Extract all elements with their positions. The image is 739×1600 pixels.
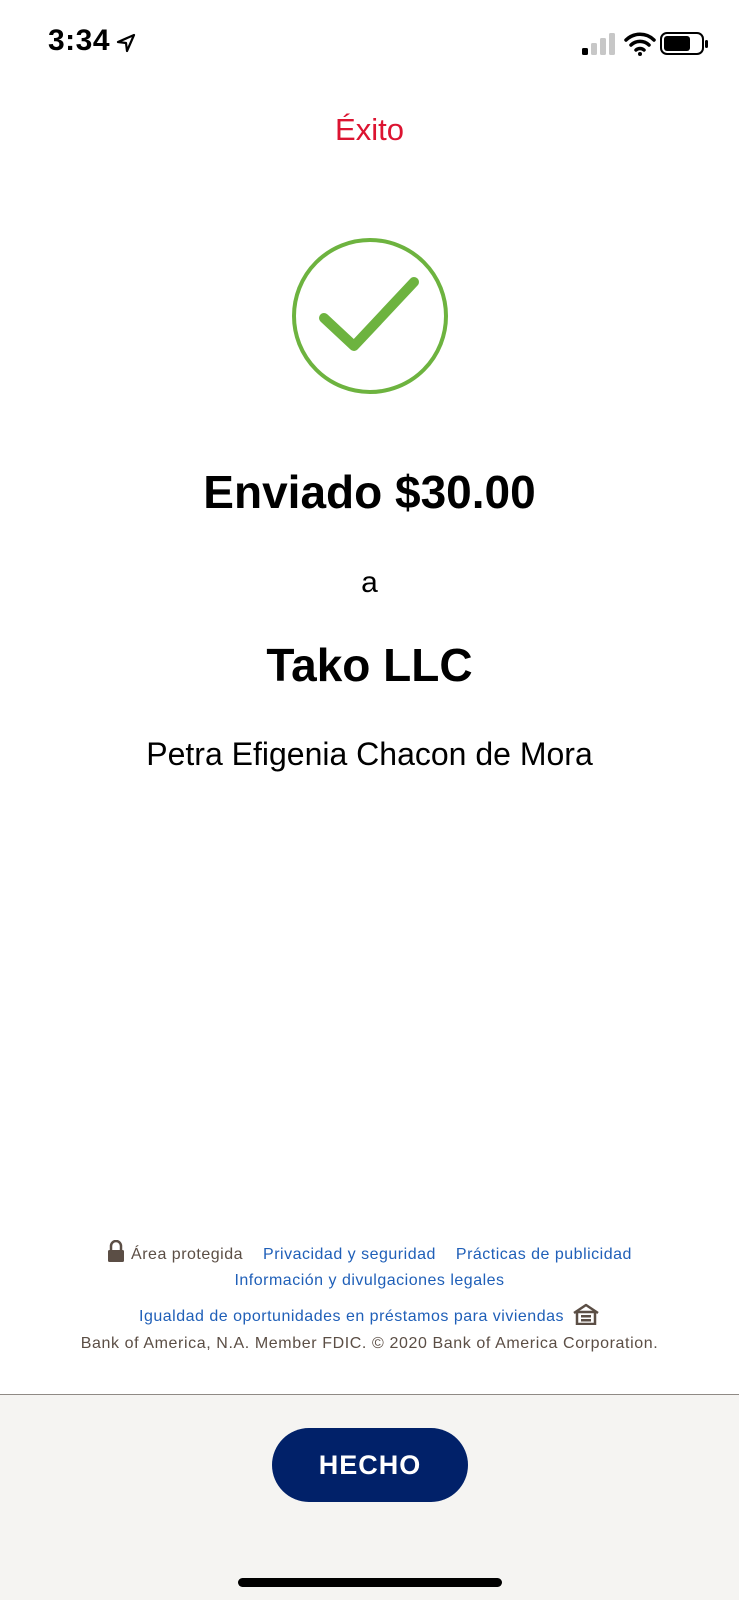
lock-icon bbox=[108, 1240, 125, 1262]
home-indicator[interactable] bbox=[238, 1578, 502, 1587]
copyright-text: Bank of America, N.A. Member FDIC. © 202… bbox=[80, 1335, 659, 1352]
secure-area-label: Área protegida bbox=[131, 1246, 244, 1263]
cellular-signal-icon bbox=[582, 33, 615, 55]
done-button[interactable]: HECHO bbox=[272, 1428, 468, 1502]
footer-row-3: Igualdad de oportunidades en préstamos p… bbox=[0, 1303, 739, 1326]
page-title: Éxito bbox=[335, 112, 404, 147]
footer-row-1: Área protegida Privacidad y seguridad Prác… bbox=[0, 1240, 739, 1264]
legal-link[interactable]: Información y divulgaciones legales bbox=[234, 1272, 504, 1289]
recipient-name: Tako LLC bbox=[266, 639, 473, 691]
to-label: a bbox=[361, 566, 378, 599]
status-bar: 3:34 bbox=[0, 0, 739, 90]
recipient-detail: Petra Efigenia Chacon de Mora bbox=[146, 736, 593, 772]
location-arrow-icon bbox=[116, 33, 136, 53]
battery-icon bbox=[660, 32, 708, 55]
wifi-icon bbox=[624, 32, 656, 56]
footer-row-2: Información y divulgaciones legales bbox=[0, 1272, 739, 1290]
success-check-icon bbox=[292, 238, 448, 394]
privacy-link[interactable]: Privacidad y seguridad bbox=[263, 1246, 436, 1263]
sent-amount: Enviado $30.00 bbox=[203, 466, 536, 518]
equal-housing-icon bbox=[573, 1303, 599, 1325]
housing-link[interactable]: Igualdad de oportunidades en préstamos p… bbox=[139, 1308, 564, 1325]
advertising-link[interactable]: Prácticas de publicidad bbox=[456, 1246, 632, 1263]
status-time: 3:34 bbox=[48, 24, 111, 57]
